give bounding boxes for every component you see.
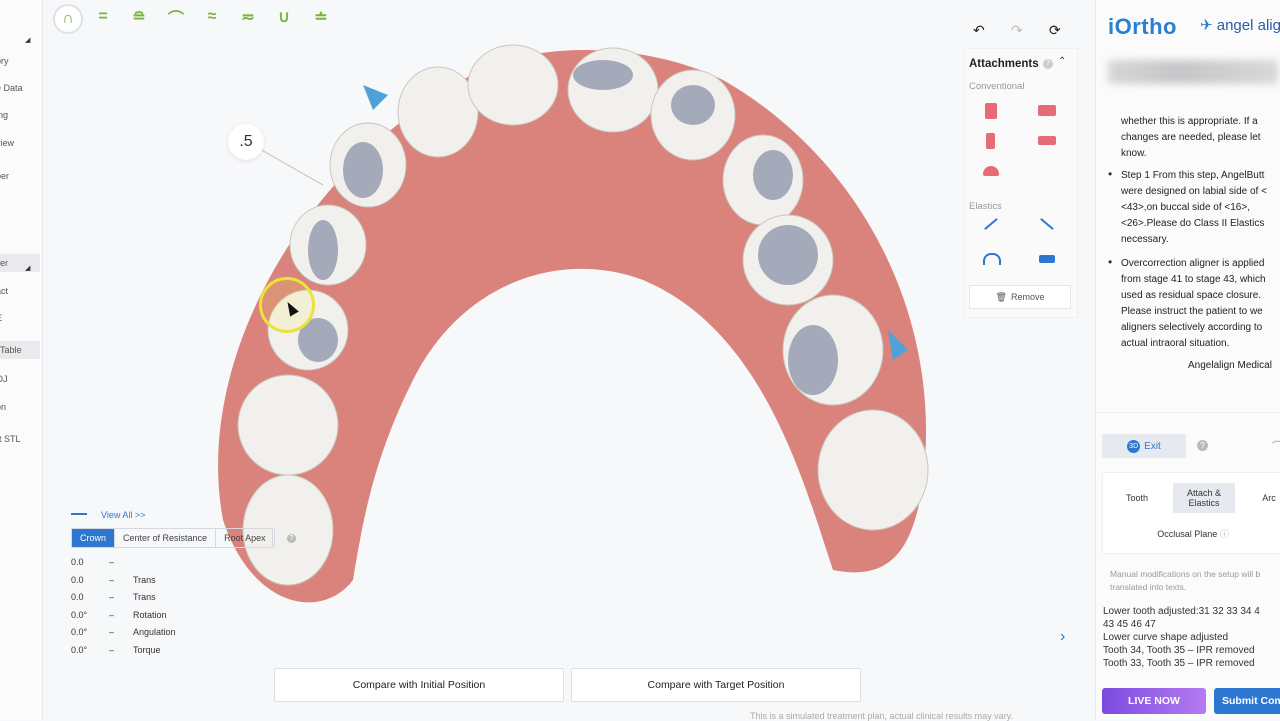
sidebar-item-order[interactable]: er <box>0 254 40 272</box>
sidebar-item-overview[interactable]: view <box>0 138 42 148</box>
chevron-right-icon[interactable]: › <box>1060 628 1065 646</box>
exit-3d-button[interactable]: 3D Exit <box>1102 434 1186 458</box>
note-paragraph: whether this is appropriate. If a change… <box>1121 116 1261 159</box>
tab-crown[interactable]: Crown <box>72 529 116 547</box>
signature-text: Angelalign Medical <box>1188 360 1272 371</box>
viewport-3d[interactable]: ∩ = ≘ ⌒ ≈ ≂ ∪ ≐ .5 View All >> Crown Cen… <box>43 0 1095 721</box>
tooth[interactable] <box>467 44 559 126</box>
attachment-rounded-icon[interactable] <box>983 166 999 176</box>
compare-initial-button[interactable]: Compare with Initial Position <box>274 668 564 702</box>
help-icon[interactable]: ? <box>1197 440 1208 451</box>
elastic-button-icon[interactable] <box>1039 255 1055 263</box>
help-icon: ⓘ <box>1219 529 1229 539</box>
chevron-down-icon[interactable]: ◢ <box>25 36 30 44</box>
conventional-label: Conventional <box>969 81 1025 92</box>
left-sidebar: ory ◢ e Data ing view ber er ◢ act E Tab… <box>0 0 43 720</box>
adjustment-log: Lower tooth adjusted:31 32 33 34 4 43 45… <box>1103 606 1260 669</box>
sidebar-item-contact[interactable]: act <box>0 286 42 296</box>
movement-row: 0.0– <box>71 557 115 567</box>
elastic-forward-icon[interactable] <box>984 218 998 230</box>
bullet-icon: • <box>1108 167 1113 181</box>
tooth[interactable] <box>817 409 929 531</box>
attachment-marker[interactable] <box>363 85 388 110</box>
elastic-hook-icon[interactable] <box>983 253 1001 265</box>
trash-icon: 🗑 <box>995 291 1007 302</box>
sidebar-item-staging[interactable]: ing <box>0 110 42 120</box>
patient-name-redacted <box>1108 60 1278 84</box>
elastic-back-icon[interactable] <box>1040 218 1054 230</box>
chevron-down-icon[interactable]: ◢ <box>25 264 30 272</box>
tab-tooth[interactable]: Tooth <box>1109 483 1165 513</box>
undo-icon[interactable]: ↶ <box>973 22 985 39</box>
right-panel: iOrtho ✈ angel alig whether this is appr… <box>1095 0 1280 720</box>
tooth[interactable] <box>397 66 479 158</box>
redo-icon[interactable]: ↷ <box>1011 22 1023 39</box>
compare-target-button[interactable]: Compare with Target Position <box>571 668 861 702</box>
divider <box>1096 412 1280 413</box>
movement-row: 0.0° – Torque <box>71 644 161 655</box>
attachment-narrow-icon[interactable] <box>986 133 995 149</box>
movement-table: View All >> Crown Center of Resistance R… <box>71 510 311 659</box>
movement-row: 0.0– Trans <box>71 592 156 602</box>
sidebar-item-table[interactable]: Table <box>0 341 40 359</box>
sidebar-item-on[interactable]: on <box>0 402 42 412</box>
sidebar-item-number[interactable]: ber <box>0 171 42 181</box>
submit-button[interactable]: Submit Com <box>1214 688 1280 714</box>
remove-button[interactable]: 🗑 Remove <box>969 285 1071 309</box>
movement-row: 0.0° – Angulation <box>71 627 176 637</box>
iortho-logo: iOrtho <box>1108 14 1177 39</box>
attachments-panel: Attachments ? ⌃ Conventional Elastics 🗑 R… <box>964 48 1078 318</box>
view-all-link[interactable]: View All >> <box>101 510 145 520</box>
sidebar-item-export-stl[interactable]: rt STL <box>0 434 42 444</box>
occlusal-plane-option[interactable]: Occlusal Plane ⓘ <box>1103 527 1280 540</box>
live-now-button[interactable]: LIVE NOW <box>1102 688 1206 714</box>
help-icon[interactable]: ? <box>287 534 296 543</box>
sidebar-item-oj[interactable]: OJ <box>0 374 42 384</box>
reference-point-tabs: Crown Center of Resistance Root Apex <box>71 528 275 548</box>
link-icon[interactable]: ⌒ <box>1272 438 1280 454</box>
elastics-label: Elastics <box>969 201 1002 212</box>
tab-root-apex[interactable]: Root Apex <box>216 529 275 547</box>
movement-row: 0.0° – Rotation <box>71 609 167 620</box>
attachment-wide-icon[interactable] <box>1038 136 1056 145</box>
movement-row: 0.0– Trans <box>71 574 156 585</box>
attachment-vertical-icon[interactable] <box>985 103 997 119</box>
sidebar-item-e[interactable]: E <box>0 313 42 323</box>
bullet-icon: • <box>1108 255 1113 269</box>
note-bullet: Overcorrection aligner is applied from s… <box>1121 258 1266 349</box>
angelalign-logo: ✈ angel alig <box>1200 17 1280 34</box>
reset-icon[interactable]: ⟳ <box>1049 22 1061 39</box>
attachment-horizontal-icon[interactable] <box>1038 105 1056 116</box>
attachments-title: Attachments <box>969 58 1039 70</box>
sidebar-item-history[interactable]: ory <box>0 56 42 66</box>
note-bullet: Step 1 From this step, AngelButt were de… <box>1121 170 1267 245</box>
collapse-dash-icon[interactable] <box>71 513 87 515</box>
help-icon[interactable]: ? <box>1043 59 1053 69</box>
tooth[interactable] <box>237 374 339 476</box>
sidebar-item-data[interactable]: e Data <box>0 83 42 93</box>
tab-center-of-resistance[interactable]: Center of Resistance <box>115 529 217 547</box>
tab-arch[interactable]: Arc <box>1241 483 1280 513</box>
chevron-up-icon[interactable]: ⌃ <box>1058 56 1066 67</box>
tooth-number-label[interactable]: .5 <box>228 124 264 160</box>
tab-attach-elastics[interactable]: Attach & Elastics <box>1173 483 1235 513</box>
tooth[interactable] <box>567 47 659 133</box>
3d-icon: 3D <box>1127 439 1141 453</box>
manual-modification-note: Manual modifications on the setup will b… <box>1110 569 1261 592</box>
edit-mode-tabs: Tooth Attach & Elastics Arc Occlusal Pla… <box>1102 472 1280 554</box>
